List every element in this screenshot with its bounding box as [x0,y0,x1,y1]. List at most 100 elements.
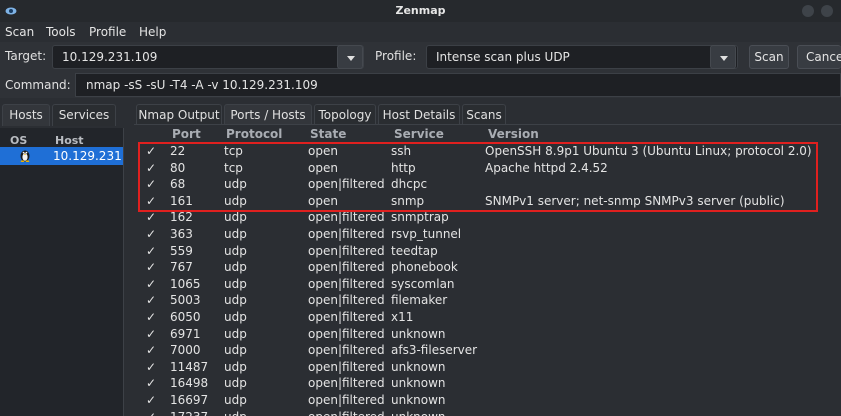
table-row[interactable]: ✓ 11487 udp open|filtered unknown [134,359,841,376]
port-cell: 11487 [170,359,209,374]
port-cell: 5003 [170,293,201,308]
scan-toolbar: Target: 10.129.231.109 Profile: Intense … [0,42,841,72]
command-input[interactable]: nmap -sS -sU -T4 -A -v 10.129.231.109 [75,73,841,97]
service-cell: unknown [391,326,446,341]
target-dropdown-button[interactable] [337,45,363,69]
protocol-cell: udp [224,326,247,341]
port-cell: 559 [170,243,193,258]
protocol-cell: udp [224,376,247,391]
menu-help[interactable]: Help [139,25,166,39]
title-bar: Zenmap [0,0,841,22]
service-cell: afs3-fileserver [391,343,478,358]
port-cell: 363 [170,226,193,241]
tab-services[interactable]: Services [52,104,116,126]
state-cell: open|filtered [308,276,385,291]
profile-label: Profile: [375,49,417,63]
profile-select[interactable]: Intense scan plus UDP [426,45,738,69]
tab-hosts[interactable]: Hosts [2,104,50,126]
state-cell: open|filtered [308,326,385,341]
target-input[interactable]: 10.129.231.109 [52,45,364,69]
state-cell: open|filtered [308,309,385,324]
tab-topology[interactable]: Topology [314,104,376,126]
cancel-button[interactable]: Cancel [797,45,841,69]
service-cell: unknown [391,376,446,391]
service-cell: unknown [391,359,446,374]
table-row[interactable]: ✓ 6050 udp open|filtered x11 [134,309,841,326]
command-bar: Command: nmap -sS -sU -T4 -A -v 10.129.2… [0,72,841,98]
port-cell: 17237 [170,410,208,416]
host-ip: 10.129.231 [53,149,122,163]
check-icon: ✓ [146,293,157,308]
check-icon: ✓ [146,309,157,324]
check-icon: ✓ [146,276,157,291]
table-row[interactable]: ✓ 363 udp open|filtered rsvp_tunnel [134,226,841,243]
menu-profile[interactable]: Profile [89,25,126,39]
service-cell: unknown [391,392,446,407]
window-title: Zenmap [395,4,446,17]
service-cell: unknown [391,410,446,416]
menu-scan[interactable]: Scan [5,25,34,39]
tab-host-details[interactable]: Host Details [378,104,460,126]
state-cell: open|filtered [308,243,385,258]
check-icon: ✓ [146,359,157,374]
linux-penguin-icon [20,150,30,162]
state-cell: open|filtered [308,376,385,391]
protocol-cell: udp [224,276,247,291]
tab-scans[interactable]: Scans [462,104,506,126]
port-cell: 7000 [170,343,201,358]
protocol-cell: udp [224,410,247,416]
host-column-header[interactable]: Host [55,134,84,147]
port-cell: 162 [170,210,193,225]
table-row[interactable]: ✓ 6971 udp open|filtered unknown [134,326,841,343]
menu-tools[interactable]: Tools [46,25,76,39]
check-icon: ✓ [146,326,157,341]
check-icon: ✓ [146,226,157,241]
table-row[interactable]: ✓ 16498 udp open|filtered unknown [134,375,841,392]
version-column-header[interactable]: Version [488,127,539,141]
minimize-button[interactable] [802,5,814,17]
table-row[interactable]: ✓ 7000 udp open|filtered afs3-fileserver [134,342,841,359]
host-list-panel: OS Host 10.129.231 [0,128,124,416]
port-cell: 1065 [170,276,201,291]
state-cell: open|filtered [308,260,385,275]
os-column-header[interactable]: OS [10,134,27,147]
service-cell: filemaker [391,293,448,308]
protocol-cell: udp [224,210,247,225]
tab-ports-hosts[interactable]: Ports / Hosts [224,104,312,126]
check-icon: ✓ [146,343,157,358]
service-column-header[interactable]: Service [394,127,444,141]
left-tab-bar: Hosts Services [0,104,130,128]
table-row[interactable]: ✓ 767 udp open|filtered phonebook [134,259,841,276]
host-row[interactable]: 10.129.231 [0,147,123,165]
state-cell: open|filtered [308,359,385,374]
service-cell: teedtap [391,243,438,258]
table-row[interactable]: ✓ 17237 udp open|filtered unknown [134,409,841,416]
protocol-cell: udp [224,293,247,308]
port-column-header[interactable]: Port [172,127,201,141]
port-cell: 6050 [170,309,201,324]
table-row[interactable]: ✓ 5003 udp open|filtered filemaker [134,292,841,309]
check-icon: ✓ [146,243,157,258]
check-icon: ✓ [146,410,156,416]
table-row[interactable]: ✓ 559 udp open|filtered teedtap [134,243,841,260]
tab-nmap-output[interactable]: Nmap Output [136,104,222,126]
protocol-cell: udp [224,343,247,358]
command-value: nmap -sS -sU -T4 -A -v 10.129.231.109 [86,78,318,92]
profile-dropdown-button[interactable] [710,45,736,69]
close-button[interactable] [821,5,833,17]
table-row[interactable]: ✓ 16697 udp open|filtered unknown [134,392,841,409]
port-cell: 767 [170,260,193,275]
port-cell: 6971 [170,326,201,341]
table-row[interactable]: ✓ 1065 udp open|filtered syscomlan [134,276,841,293]
highlight-annotation-box [138,142,818,212]
protocol-cell: udp [224,260,247,275]
protocol-cell: udp [224,359,247,374]
port-cell: 16498 [170,376,209,391]
target-value: 10.129.231.109 [62,50,158,64]
scan-button[interactable]: Scan [749,45,789,69]
state-cell: open|filtered [308,392,385,407]
profile-value: Intense scan plus UDP [436,50,570,64]
protocol-column-header[interactable]: Protocol [226,127,282,141]
state-column-header[interactable]: State [310,127,346,141]
state-cell: open|filtered [308,210,385,225]
